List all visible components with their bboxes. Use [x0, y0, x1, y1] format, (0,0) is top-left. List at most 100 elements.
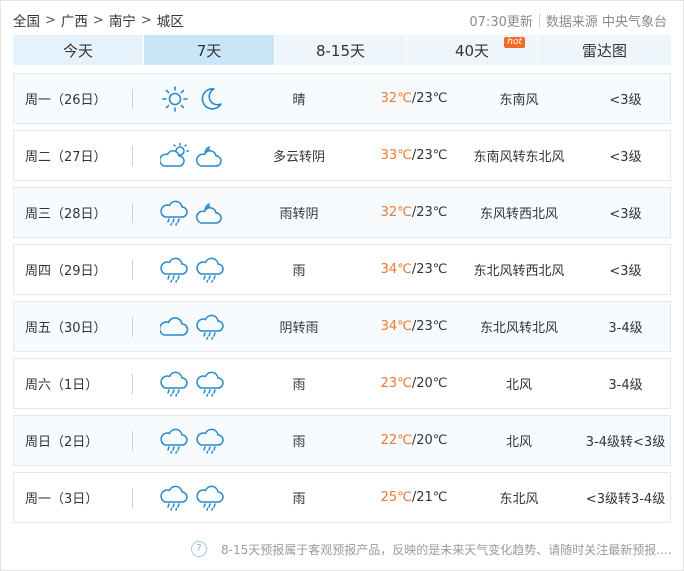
temperature: 25℃ /21℃ [359, 473, 469, 522]
weather-panel: 全国 > 广西 > 南宁 > 城区 07:30更新 数据来源 中央气象台 今天 … [0, 0, 684, 571]
forecast-row: 周二（27日） 多云转阴 33℃ /23℃ 东南风转东北风 <3级 [13, 130, 671, 181]
high-temp: 34℃ [380, 262, 412, 277]
wind-direction: 东北风转西北风 [473, 264, 565, 279]
rain-icon [160, 371, 188, 397]
forecast-date: 周一（3日） [25, 492, 99, 507]
high-temp: 33℃ [380, 148, 412, 163]
wind-direction: 东北风 [499, 492, 539, 507]
high-temp: 32℃ [380, 205, 412, 220]
update-time: 07:30更新 [469, 14, 533, 30]
weather-description: 阴转雨 [279, 321, 319, 336]
wind-direction: 东风转西北风 [479, 207, 558, 222]
wind-direction: 北风 [505, 378, 532, 393]
divider [132, 260, 133, 280]
low-temp: /23℃ [411, 148, 448, 163]
weather-icons [160, 302, 250, 351]
tab-7-days[interactable]: 7天 [144, 35, 275, 65]
tab-radar[interactable]: 雷达图 [538, 35, 671, 65]
breadcrumb: 全国 > 广西 > 南宁 > 城区 [13, 10, 184, 31]
weather-description: 雨转阴 [279, 207, 319, 222]
forecast-list: 周一（26日） 晴 32℃ /23℃ 东南风 <3级 周二（27日） 多云转阴 … [13, 73, 671, 529]
weather-icons [160, 74, 250, 123]
forecast-row: 周三（28日） 雨转阴 32℃ /23℃ 东风转西北风 <3级 [13, 187, 671, 238]
cloud-icon [160, 316, 189, 336]
temperature: 34℃ /23℃ [359, 245, 469, 294]
weather-icons [160, 416, 250, 465]
wind-level: <3级 [609, 93, 642, 108]
rain-icon [160, 485, 188, 511]
breadcrumb-separator: > [45, 12, 56, 28]
tab-8-15-days[interactable]: 8-15天 [275, 35, 407, 65]
breadcrumb-separator: > [140, 12, 152, 28]
breadcrumb-province[interactable]: 广西 [61, 10, 88, 30]
wind-direction: 东南风转东北风 [473, 150, 565, 165]
low-temp: /23℃ [411, 262, 448, 277]
low-temp: /23℃ [411, 205, 448, 220]
weather-description: 雨 [292, 492, 306, 507]
weather-description: 雨 [292, 264, 306, 279]
hot-badge: hot [504, 37, 525, 48]
tab-40-days[interactable]: 40天 hot [407, 35, 538, 65]
help-icon[interactable]: ? [191, 541, 207, 557]
wind-direction: 北风 [505, 435, 532, 450]
breadcrumb-city[interactable]: 南宁 [109, 10, 136, 30]
weather-icons [160, 245, 250, 294]
weather-icons [160, 131, 250, 180]
breadcrumb-district: 城区 [156, 14, 184, 30]
wind-level: 3-4级转<3级 [585, 435, 666, 450]
rain-icon [196, 428, 224, 454]
temperature: 32℃ /23℃ [359, 74, 469, 123]
wind-level: <3级转3-4级 [585, 492, 666, 507]
high-temp: 22℃ [380, 433, 412, 448]
rain-icon [196, 371, 224, 397]
breadcrumb-country[interactable]: 全国 [13, 10, 40, 30]
temperature: 32℃ /23℃ [359, 188, 469, 237]
divider [132, 431, 133, 451]
partly-cloudy-day-icon [160, 142, 190, 167]
sun-icon [162, 85, 188, 112]
divider [538, 13, 540, 27]
low-temp: /21℃ [411, 490, 448, 505]
wind-direction: 东南风 [499, 93, 539, 108]
divider [132, 203, 133, 223]
tab-label: 7天 [196, 41, 222, 60]
update-info: 07:30更新 数据来源 中央气象台 [469, 11, 667, 30]
low-temp: /23℃ [411, 319, 448, 334]
low-temp: /23℃ [411, 91, 448, 106]
weather-icons [160, 188, 250, 237]
divider [132, 488, 133, 508]
forecast-row: 周六（1日） 雨 23℃ /20℃ 北风 3-4级 [13, 358, 671, 409]
forecast-row: 周日（2日） 雨 22℃ /20℃ 北风 3-4级转<3级 [13, 415, 671, 466]
weather-icons [160, 359, 250, 408]
temperature: 23℃ /20℃ [359, 359, 469, 408]
weather-description: 晴 [292, 93, 306, 108]
partly-cloudy-night-icon [196, 145, 222, 167]
forecast-date: 周四（29日） [25, 264, 107, 279]
footer-text: 8-15天预报属于客观预报产品，反映的是未来天气变化趋势、请随时关注最新预报..… [221, 542, 671, 557]
header: 全国 > 广西 > 南宁 > 城区 07:30更新 数据来源 中央气象台 [13, 8, 667, 32]
forecast-row: 周一（26日） 晴 32℃ /23℃ 东南风 <3级 [13, 73, 671, 124]
partly-cloudy-night-icon [196, 202, 222, 224]
weather-icons [160, 473, 250, 522]
data-source: 数据来源 中央气象台 [545, 14, 667, 30]
forecast-date: 周六（1日） [25, 378, 99, 393]
wind-level: <3级 [609, 264, 642, 279]
high-temp: 34℃ [380, 319, 412, 334]
divider [132, 89, 133, 109]
forecast-date: 周三（28日） [25, 207, 107, 222]
divider [132, 146, 133, 166]
tab-today[interactable]: 今天 [13, 35, 144, 65]
temperature: 22℃ /20℃ [359, 416, 469, 465]
weather-description: 多云转阴 [272, 150, 325, 165]
wind-level: 3-4级 [608, 378, 643, 393]
wind-direction: 东北风转北风 [479, 321, 558, 336]
forecast-date: 周一（26日） [25, 93, 107, 108]
moon-icon [201, 87, 222, 110]
footer-note: ? 8-15天预报属于客观预报产品，反映的是未来天气变化趋势、请随时关注最新预报… [191, 539, 671, 559]
tab-label: 今天 [62, 41, 93, 60]
forecast-date: 周五（30日） [25, 321, 107, 336]
rain-icon [160, 428, 188, 454]
weather-description: 雨 [292, 435, 306, 450]
temperature: 34℃ /23℃ [359, 302, 469, 351]
rain-icon [196, 257, 224, 283]
